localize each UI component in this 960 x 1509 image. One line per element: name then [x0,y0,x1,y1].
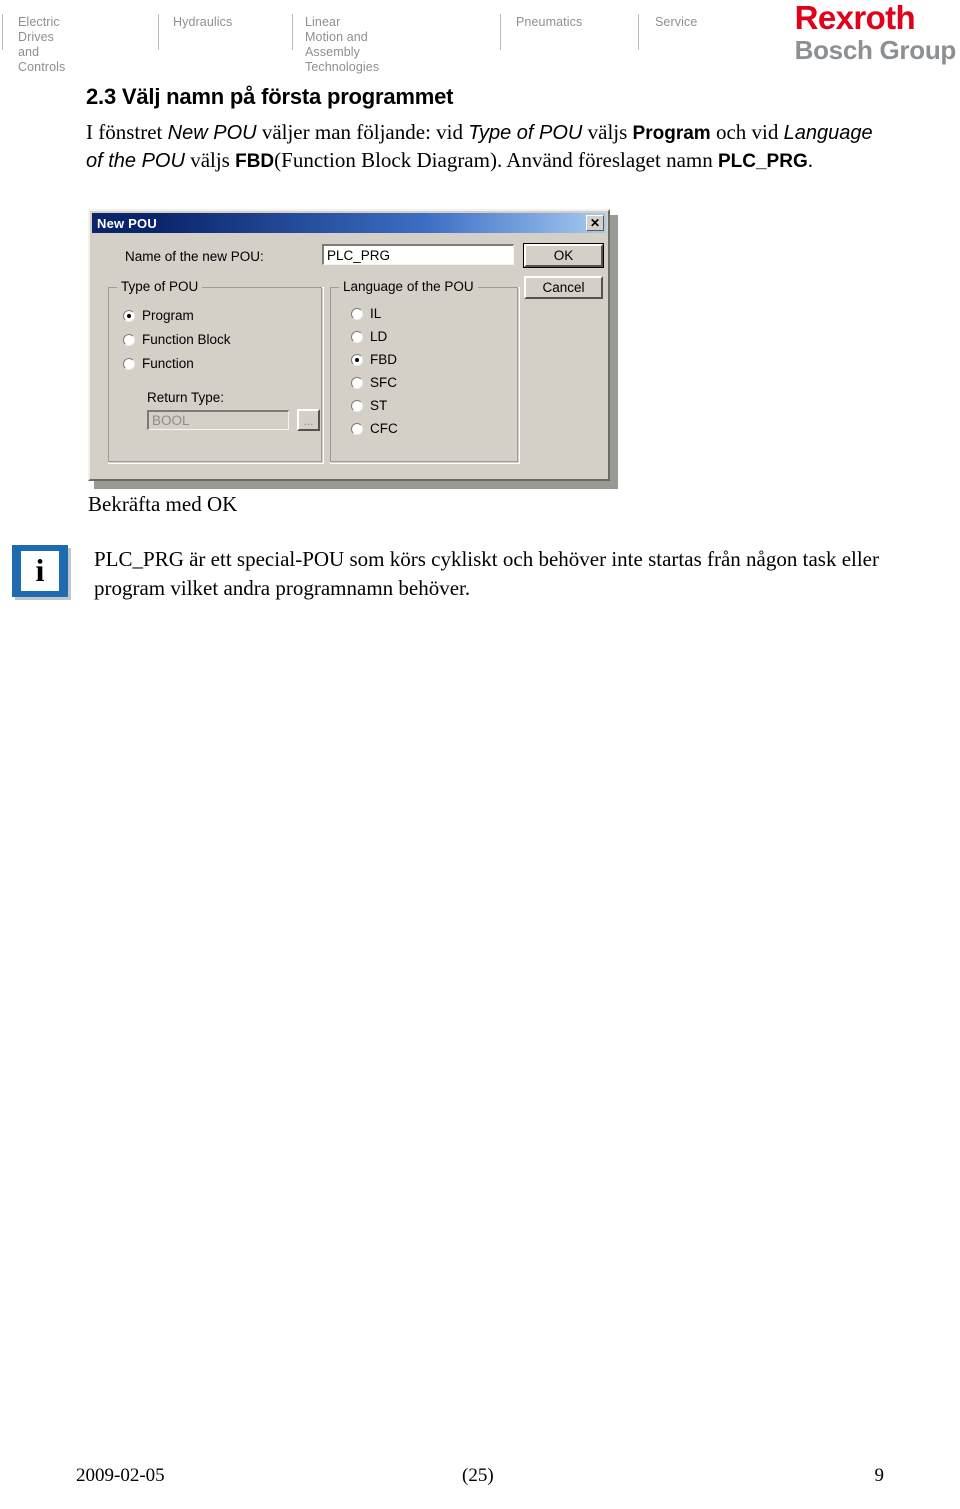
dialog-titlebar[interactable]: New POU ✕ [92,213,606,233]
header-nav-item-1: Hydraulics [173,15,233,29]
text-run: väljs [184,148,236,172]
header-nav-item-2: Linear Motion and Assembly Technologies [305,15,380,74]
radio-icon[interactable] [351,330,363,343]
name-field-label: Name of the new POU: [125,249,264,264]
radio-label: CFC [370,421,398,436]
radio-label: Function Block [142,332,231,347]
ok-button[interactable]: OK [523,243,604,268]
logo-brand-text: Rexroth [794,0,916,36]
text-run: I fönstret [86,120,168,144]
new-pou-dialog: New POU ✕ Name of the new POU: PLC_PRG O… [88,209,610,481]
radio-icon[interactable] [123,357,135,370]
header-divider [158,14,159,50]
radio-icon[interactable] [123,333,135,346]
language-of-pou-group: Language of the POU IL LD FBD SFC ST CFC [329,279,520,464]
radio-type-function[interactable]: Function [123,356,194,371]
header-nav-item-3: Pneumatics [516,15,583,29]
radio-label: Function [142,356,194,371]
radio-label: SFC [370,375,397,390]
radio-label: FBD [370,352,397,367]
footer-page-of: (25) [462,1465,494,1486]
radio-lang-st[interactable]: ST [351,398,387,413]
radio-icon[interactable] [351,399,363,412]
intro-paragraph: I fönstret New POU väljer man följande: … [86,119,876,175]
radio-icon[interactable] [123,309,135,322]
page-footer: 2009-02-05 (25) 9 [0,1465,960,1491]
section-heading: 2.3 Välj namn på första programmet [86,84,454,109]
radio-label: IL [370,306,382,321]
footer-date: 2009-02-05 [76,1465,165,1486]
confirm-caption: Bekräfta med OK [88,492,238,516]
radio-lang-cfc[interactable]: CFC [351,421,398,436]
header-nav-item-4: Service [655,15,698,29]
type-of-pou-group: Type of POU Program Function Block Functio… [107,279,324,464]
emphasis-new-pou: New POU [167,122,257,144]
radio-label: LD [370,329,388,344]
rexroth-logo: Rexroth Bosch Group [794,0,957,65]
pou-name-input[interactable]: PLC_PRG [322,244,514,265]
radio-lang-ld[interactable]: LD [351,329,387,344]
strong-program: Program [632,123,711,144]
info-icon: i [12,545,68,597]
header-divider [638,14,639,50]
header-divider [292,14,293,50]
type-of-pou-group-title: Type of POU [117,279,203,294]
radio-icon[interactable] [351,376,363,389]
text-run: och vid [710,120,784,144]
header-divider [2,14,3,50]
strong-fbd: FBD [235,151,275,172]
return-type-browse-button[interactable]: ... [297,409,320,431]
return-type-input[interactable]: BOOL [147,410,289,430]
logo-group-text: Bosch Group [794,35,957,65]
dialog-title: New POU [97,215,157,231]
radio-icon[interactable] [351,307,363,320]
radio-icon[interactable] [351,353,363,366]
radio-lang-sfc[interactable]: SFC [351,375,397,390]
text-run: väljs [582,120,633,144]
header-divider [500,14,501,50]
footer-page-number: 9 [874,1465,885,1486]
language-of-pou-group-title: Language of the POU [339,279,478,294]
strong-plc-prg: PLC_PRG [717,151,808,172]
info-note-text: PLC_PRG är ett special-POU som körs cykl… [94,547,879,600]
info-icon-glyph: i [21,551,59,591]
header-nav-item-0: Electric Drives and Controls [18,15,66,74]
text-run: väljer man följande: vid [256,120,469,144]
radio-lang-fbd[interactable]: FBD [351,352,397,367]
radio-lang-il[interactable]: IL [351,306,381,321]
text-run: . [807,148,813,172]
cancel-button[interactable]: Cancel [524,276,603,299]
return-type-label: Return Type: [147,390,225,405]
text-run: (Function Block Diagram). Använd föresla… [274,148,718,172]
close-icon[interactable]: ✕ [586,215,604,231]
radio-type-program[interactable]: Program [123,308,194,323]
radio-dot-icon [355,357,359,362]
page-header: Electric Drives and Controls Hydraulics Li… [0,0,960,75]
radio-label: ST [370,398,388,413]
radio-dot-icon [127,313,131,318]
radio-type-function-block[interactable]: Function Block [123,332,231,347]
emphasis-type-of-pou: Type of POU [468,122,583,144]
radio-label: Program [142,308,194,323]
radio-icon[interactable] [351,422,363,435]
